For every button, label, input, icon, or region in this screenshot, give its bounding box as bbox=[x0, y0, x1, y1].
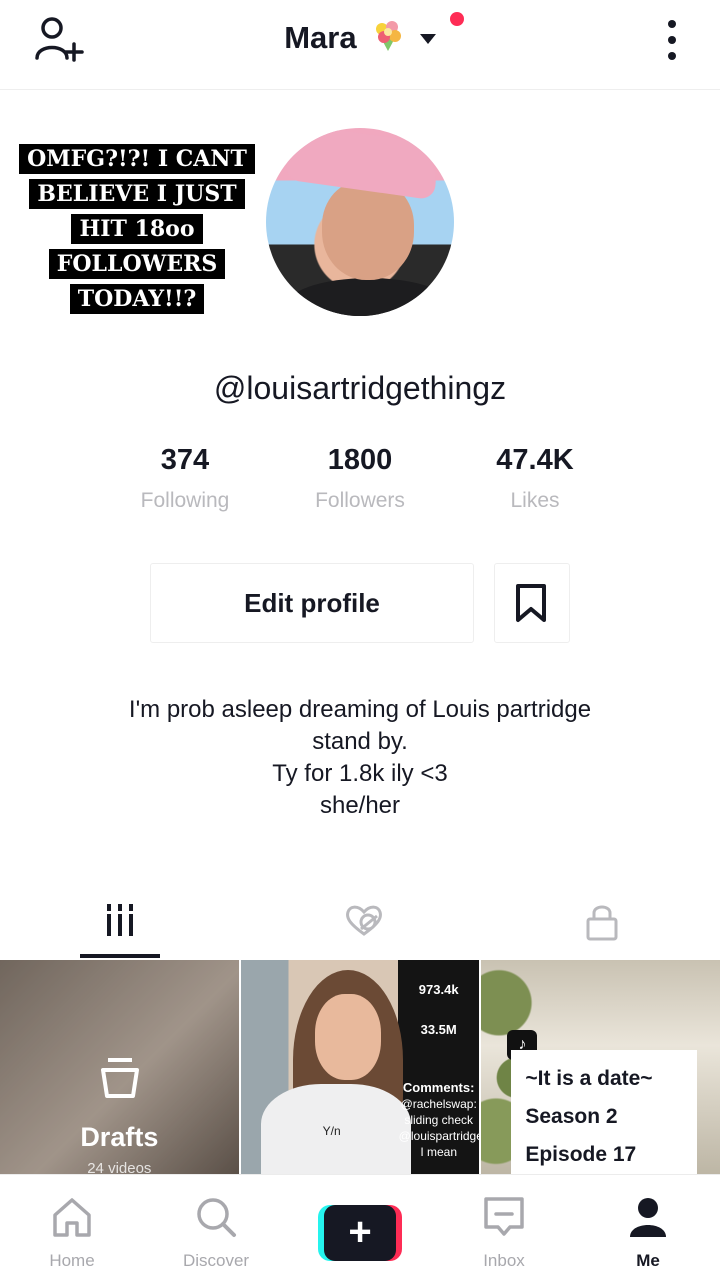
sticker-line: TODAY!!? bbox=[69, 284, 205, 314]
more-vertical-icon[interactable] bbox=[660, 18, 684, 62]
bio-line: Ty for 1.8k ily <3 bbox=[272, 760, 448, 787]
account-switcher[interactable]: Mara bbox=[0, 18, 720, 56]
top-bar: Mara bbox=[0, 0, 720, 90]
sticker-line: HIT 18oo bbox=[71, 214, 203, 244]
nav-home[interactable]: Home bbox=[12, 1175, 132, 1280]
bio-line: I'm prob asleep dreaming of Louis partri… bbox=[128, 696, 592, 723]
lock-icon bbox=[586, 905, 618, 941]
overlay-stat: 33.5M bbox=[420, 1022, 457, 1037]
overlay-comment: sliding check bbox=[404, 1113, 474, 1127]
avatar-shirt bbox=[284, 278, 454, 316]
followers-stat[interactable]: 1800 Followers bbox=[275, 444, 445, 513]
overlay-comment: I mean bbox=[420, 1145, 458, 1159]
nav-label: Discover bbox=[182, 1251, 250, 1270]
sticker-line: FOLLOWERS bbox=[48, 249, 226, 279]
bio-line: she/her bbox=[319, 792, 401, 819]
nav-label: Inbox bbox=[483, 1251, 525, 1270]
bio: I'm prob asleep dreaming of Louis partri… bbox=[0, 694, 720, 822]
card-line: ~It is a date~ bbox=[525, 1067, 653, 1090]
tab-private[interactable] bbox=[480, 888, 720, 960]
video-thumbnail[interactable]: ♪ ~It is a date~ Season 2 Episode 17 bbox=[481, 960, 720, 1174]
stat-label: Followers bbox=[315, 489, 405, 512]
stat-label: Likes bbox=[510, 489, 560, 512]
profile-icon bbox=[630, 1198, 666, 1237]
profile-stats: 374 Following 1800 Followers 47.4K Likes bbox=[100, 444, 620, 513]
video-caption: Y/n bbox=[322, 1124, 341, 1138]
overlay-comment: @louispartridge: bbox=[398, 1129, 480, 1143]
avatar[interactable] bbox=[266, 128, 454, 316]
edit-profile-button[interactable]: Edit profile bbox=[150, 563, 474, 643]
tab-liked[interactable] bbox=[240, 888, 480, 960]
avatar-cap bbox=[284, 128, 442, 201]
video-thumbnail[interactable]: Y/n 973.4k 33.5M Comments: @rachelswap: … bbox=[240, 960, 480, 1174]
nav-label: Me bbox=[636, 1251, 660, 1270]
overlay-stat: 973.4k bbox=[418, 982, 459, 997]
stat-label: Following bbox=[140, 489, 230, 512]
video-overlay-text: 973.4k 33.5M Comments: @rachelswap: slid… bbox=[398, 960, 480, 1160]
video-grid: Drafts 24 videos Y/n 973.4k 33.5M Commen… bbox=[0, 960, 720, 1174]
username: @louisartridgethingz bbox=[213, 370, 507, 406]
thumbnail-face bbox=[314, 994, 381, 1080]
nav-discover[interactable]: Discover bbox=[156, 1175, 276, 1280]
notification-dot bbox=[450, 12, 464, 26]
bottom-nav: Home Discover + Inbox Me bbox=[0, 1174, 720, 1280]
drafts-count: 24 videos bbox=[87, 1160, 152, 1174]
search-icon bbox=[197, 1198, 236, 1237]
stat-value: 374 bbox=[160, 444, 210, 476]
following-stat[interactable]: 374 Following bbox=[100, 444, 270, 513]
sticker-line: BELIEVE I JUST bbox=[29, 179, 245, 209]
profile-tabs bbox=[0, 888, 720, 960]
drafts-tile[interactable]: Drafts 24 videos bbox=[0, 960, 239, 1174]
flower-emoji-icon bbox=[371, 18, 405, 52]
nav-inbox[interactable]: Inbox bbox=[444, 1175, 564, 1280]
overlay-comments-title: Comments: bbox=[402, 1080, 475, 1095]
inbox-icon bbox=[484, 1197, 524, 1236]
bookmark-icon bbox=[516, 584, 546, 622]
video-text-card: ~It is a date~ Season 2 Episode 17 bbox=[511, 1050, 698, 1174]
stat-value: 1800 bbox=[327, 444, 393, 476]
create-plus-icon: + bbox=[324, 1205, 396, 1261]
drafts-label: Drafts bbox=[80, 1122, 159, 1152]
account-name: Mara bbox=[284, 20, 357, 55]
card-line: Episode 17 bbox=[525, 1143, 637, 1166]
grid-icon bbox=[107, 904, 133, 936]
stat-value: 47.4K bbox=[496, 444, 574, 476]
nav-label: Home bbox=[49, 1251, 95, 1270]
card-line: Season 2 bbox=[525, 1105, 618, 1128]
chevron-down-icon bbox=[419, 34, 436, 44]
home-icon bbox=[53, 1198, 91, 1237]
sticker-caption: OMFG?!?! I CANT BELIEVE I JUST HIT 18oo … bbox=[10, 142, 264, 317]
sticker-line: OMFG?!?! I CANT bbox=[19, 144, 255, 174]
tab-videos[interactable] bbox=[0, 888, 240, 960]
bio-line: stand by. bbox=[312, 728, 408, 755]
liked-hidden-icon bbox=[346, 905, 382, 936]
create-button[interactable]: + bbox=[318, 1205, 402, 1261]
likes-stat[interactable]: 47.4K Likes bbox=[450, 444, 620, 513]
nav-me[interactable]: Me bbox=[588, 1175, 708, 1280]
drafts-trash-icon bbox=[101, 1058, 139, 1098]
favorites-button[interactable] bbox=[494, 563, 570, 643]
overlay-comment: @rachelswap: bbox=[400, 1097, 477, 1111]
